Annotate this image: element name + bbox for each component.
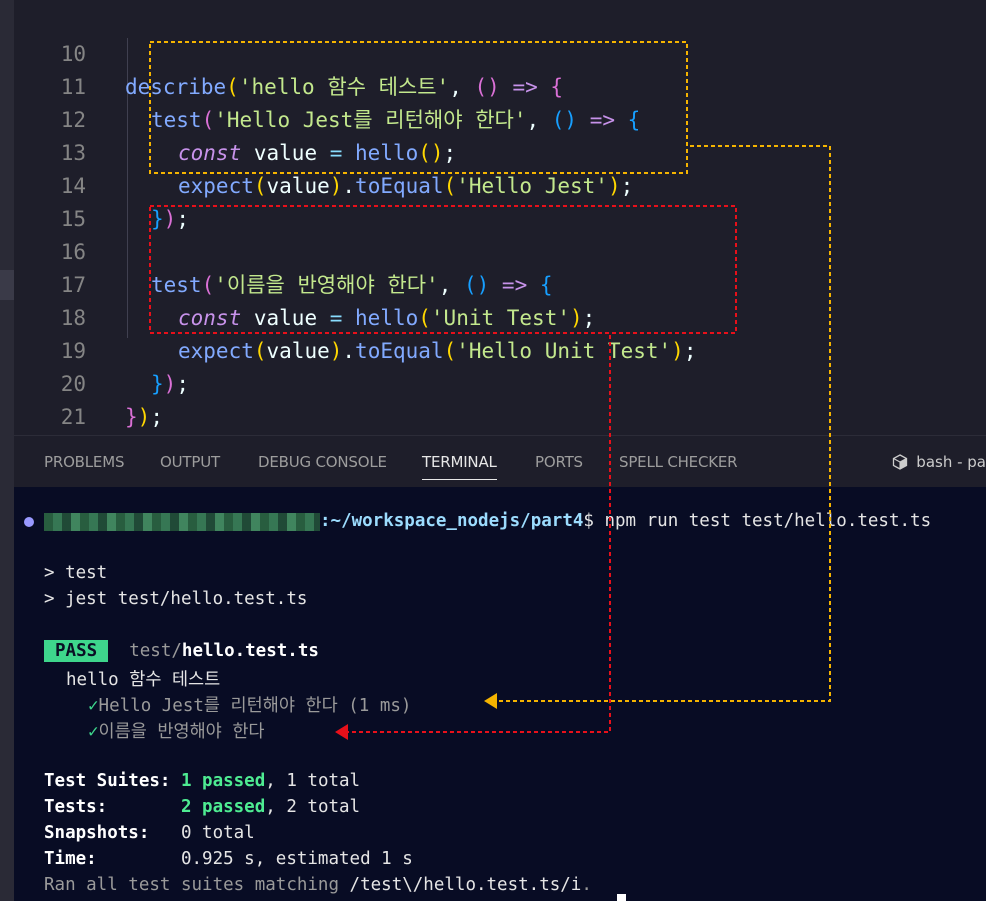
test-result-2: ✓이름을 반영해야 한다 [88, 718, 265, 743]
code-token: test [151, 273, 202, 297]
redacted-user-host [44, 513, 320, 531]
code-line-17: 17 const value = hello('Unit Test'); [14, 236, 596, 330]
code-line-11: 11 test('Hello Jest를 리턴해야 한다', () => { [14, 38, 641, 132]
test-duration: (1 ms) [337, 696, 412, 716]
code-token: 'Hello Unit Test' [456, 339, 672, 363]
activity-strip-marker [0, 270, 14, 300]
code-token: toEqual [355, 339, 444, 363]
panel-tab-bar: PROBLEMS OUTPUT DEBUG CONSOLE TERMINAL P… [14, 435, 986, 488]
code-editor[interactable]: 10 describe('hello 함수 테스트', () => { 11 t… [14, 0, 986, 435]
summary-value: 0 total [180, 823, 255, 843]
terminal-output[interactable]: :~/workspace_nodejs/part4$ npm run test … [14, 487, 986, 901]
code-token: 'Unit Test' [430, 306, 570, 330]
code-line-10: 10 describe('hello 함수 테스트', () => { [14, 5, 563, 99]
script-line: > jest test/hello.test.ts [44, 589, 308, 609]
terminal-shell-icon [893, 454, 908, 470]
code-line-16: 16 test('이름을 반영해야 한다', () => { [14, 203, 553, 297]
script-line: > test [44, 563, 108, 583]
code-token: expect [178, 174, 254, 198]
code-token: value [253, 306, 318, 330]
prompt-cwd: :~/workspace_nodejs/part4 [320, 511, 584, 531]
shell-label: bash - pa [916, 453, 986, 471]
code-token: hello [355, 306, 419, 330]
code-token: 'Hello Jest' [456, 174, 608, 198]
test-name: Hello Jest를 리턴해야 한다 [98, 696, 338, 716]
code-token: hello [355, 141, 419, 165]
tab-debug-console[interactable]: DEBUG CONSOLE [258, 436, 387, 488]
code-line-14: 14 }); [14, 137, 189, 231]
code-token: toEqual [355, 174, 444, 198]
check-icon: ✓ [88, 696, 99, 716]
code-token: value [253, 141, 318, 165]
code-token: value [266, 174, 330, 198]
summary-label: Time: [44, 849, 181, 869]
terminal-cursor [617, 894, 626, 901]
prompt-command: npm run test test/hello.test.ts [593, 511, 932, 531]
prompt-status-dot [24, 517, 34, 527]
summary-total: , 2 total [265, 797, 361, 817]
summary-tests: Tests: 2 passed, 2 total [44, 797, 360, 817]
tab-terminal[interactable]: TERMINAL [422, 436, 497, 488]
tab-spell-checker[interactable]: SPELL CHECKER [619, 436, 738, 488]
tab-problems[interactable]: PROBLEMS [44, 436, 124, 488]
code-line-21: 21 [14, 368, 86, 429]
code-token: const [178, 141, 242, 165]
summary-label: Tests: [44, 797, 181, 817]
summary-total: , 1 total [265, 771, 361, 791]
code-line-20: 20 }); [14, 335, 163, 429]
summary-ran: Ran all test suites matching /test\/hell… [44, 875, 592, 895]
file-dir: test/ [129, 641, 182, 661]
summary-suites: Test Suites: 1 passed, 1 total [44, 771, 360, 791]
code-token: value [266, 339, 330, 363]
summary-label: Snapshots: [44, 823, 181, 843]
ran-suffix: . [581, 875, 592, 895]
ran-pattern: /test\/hello.test.ts/i [349, 875, 582, 895]
pass-badge: PASS [44, 640, 109, 662]
summary-passed: 1 passed [180, 771, 266, 791]
prompt-symbol: $ [583, 511, 594, 531]
summary-value: 0.925 s, estimated 1 s [180, 849, 413, 869]
terminal-selector[interactable]: bash - pa [892, 436, 986, 488]
tab-ports[interactable]: PORTS [535, 436, 583, 488]
file-name: hello.test.ts [181, 641, 319, 661]
code-token: describe [125, 75, 227, 99]
prompt-line: :~/workspace_nodejs/part4$ npm run test … [320, 511, 931, 531]
code-line-13: 13 expect(value).toEqual('Hello Jest'); [14, 104, 634, 198]
code-token: const [178, 306, 242, 330]
check-icon: ✓ [88, 722, 99, 742]
code-line-12: 12 const value = hello(); [14, 71, 457, 165]
code-token: 'hello 함수 테스트' [238, 75, 450, 99]
code-token: test [151, 108, 202, 132]
summary-time: Time: 0.925 s, estimated 1 s [44, 849, 413, 869]
code-line-15: 15 [14, 170, 86, 231]
activity-strip [0, 0, 14, 901]
summary-snapshots: Snapshots: 0 total [44, 823, 255, 843]
line-number: 21 [60, 405, 86, 429]
code-line-19: 19 }); [14, 302, 189, 396]
code-token: '이름을 반영해야 한다' [214, 273, 439, 297]
code-line-18: 18 expect(value).toEqual('Hello Unit Tes… [14, 269, 697, 363]
test-name: 이름을 반영해야 한다 [98, 722, 265, 742]
code-token: 'Hello Jest를 리턴해야 한다' [214, 108, 527, 132]
test-result-1: ✓Hello Jest를 리턴해야 한다 (1 ms) [88, 692, 411, 717]
ran-prefix: Ran all test suites matching [44, 875, 350, 895]
suite-name: hello 함수 테스트 [66, 670, 221, 690]
tab-output[interactable]: OUTPUT [160, 436, 220, 488]
result-file-line: PASS test/hello.test.ts [44, 640, 319, 662]
code-token: expect [178, 339, 254, 363]
summary-passed: 2 passed [180, 797, 266, 817]
summary-label: Test Suites: [44, 771, 181, 791]
